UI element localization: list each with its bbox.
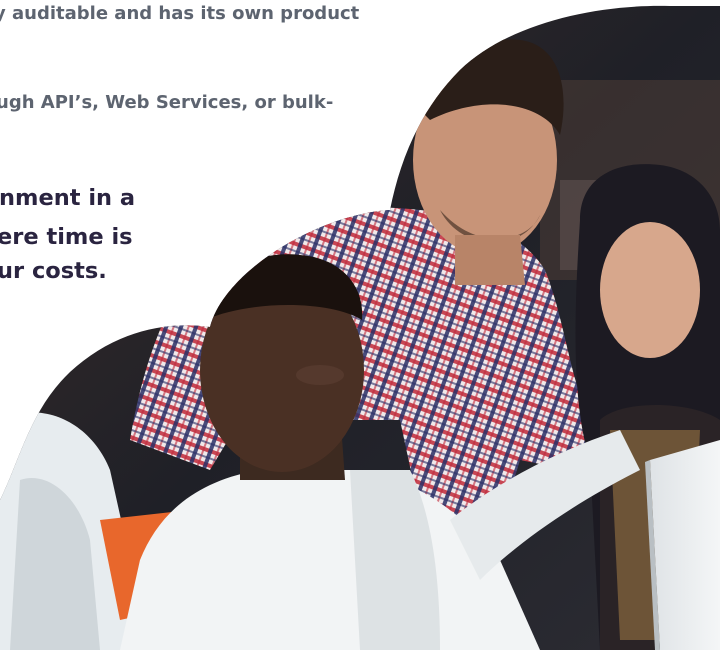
team-photo [0,5,720,650]
